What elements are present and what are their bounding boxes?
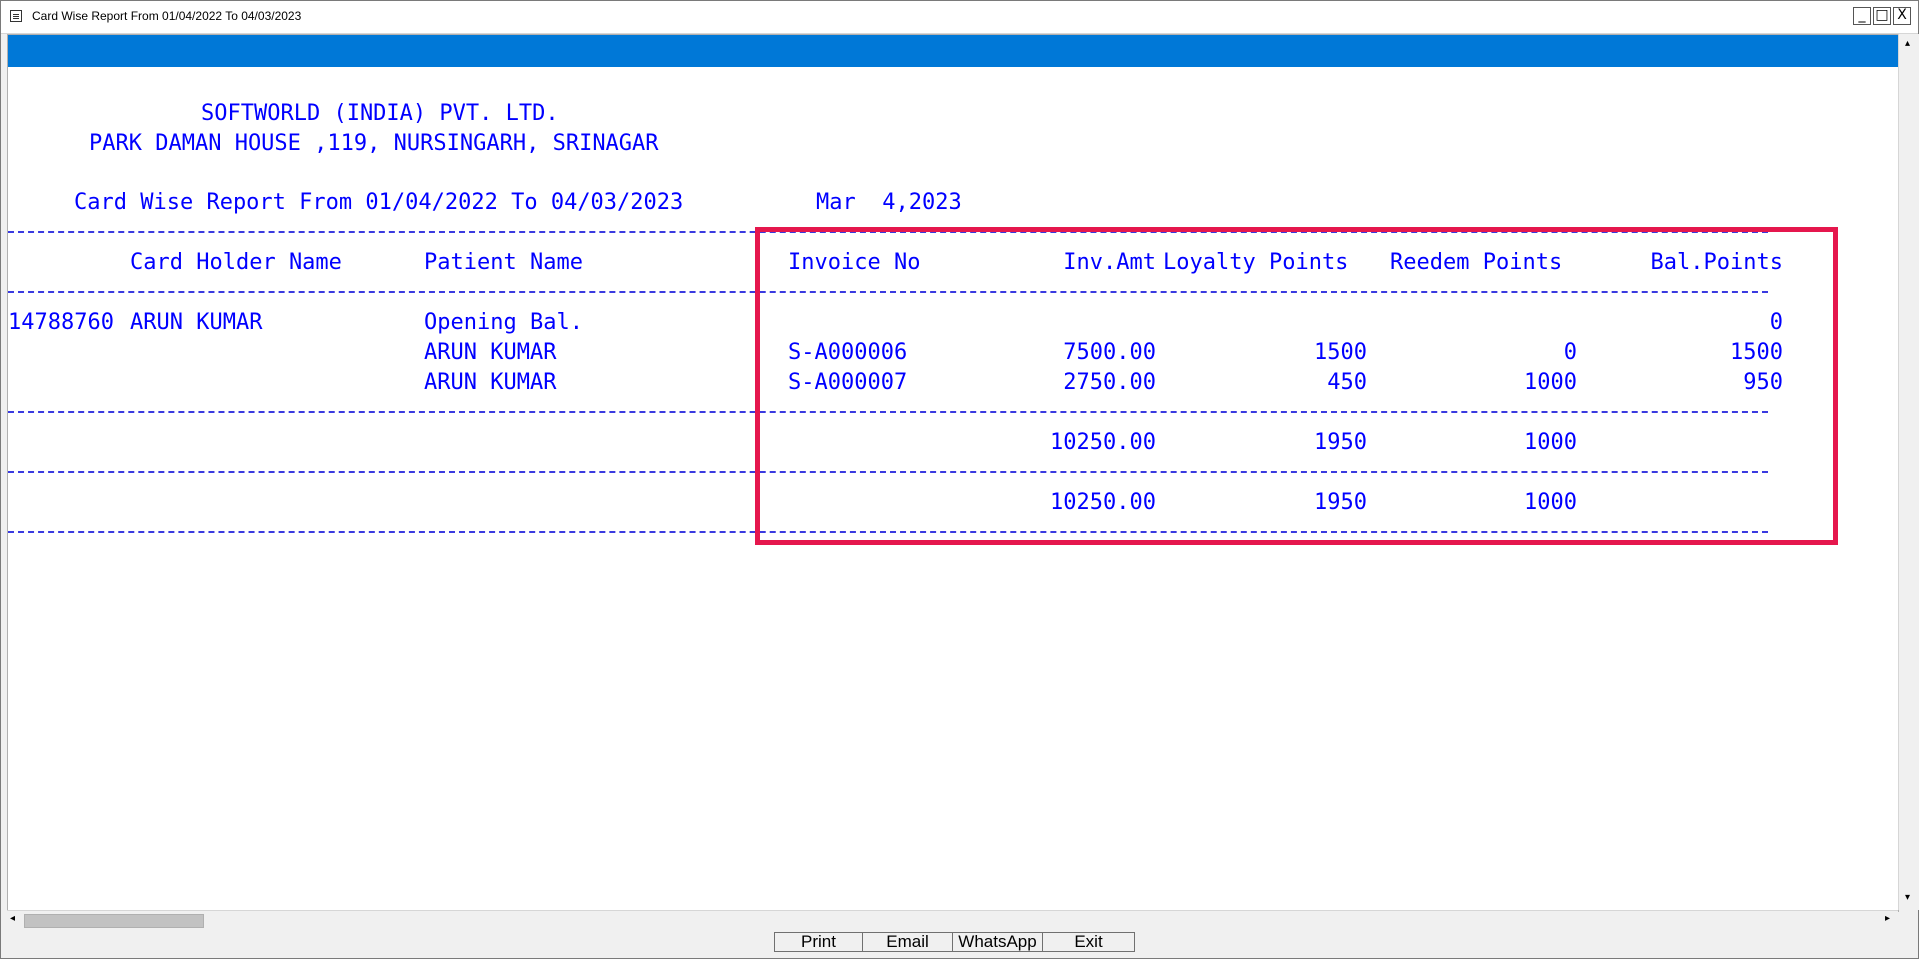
window-menu-icon[interactable] (10, 10, 22, 22)
company-address: PARK DAMAN HOUSE ,119, NURSINGARH, SRINA… (89, 131, 659, 156)
print-button[interactable]: Print (774, 932, 863, 952)
report-heading: Card Wise Report From 01/04/2022 To 04/0… (74, 190, 684, 215)
whatsapp-button[interactable]: WhatsApp (952, 932, 1043, 952)
minimize-button[interactable]: _ (1853, 7, 1871, 25)
row-patient: ARUN KUMAR (424, 370, 557, 395)
scroll-right-arrow-icon[interactable]: ▸ (1885, 913, 1890, 924)
card-number: 14788760 (8, 310, 114, 335)
horizontal-scrollbar[interactable]: ◂ ▸ (7, 910, 1898, 929)
scroll-up-arrow-icon[interactable]: ▴ (1905, 38, 1910, 49)
maximize-button[interactable]: □ (1873, 7, 1891, 25)
scroll-down-arrow-icon[interactable]: ▾ (1905, 892, 1910, 903)
highlight-box (755, 227, 1838, 545)
window-title: Card Wise Report From 01/04/2022 To 04/0… (32, 9, 302, 23)
report-window: Card Wise Report From 01/04/2022 To 04/0… (0, 0, 1919, 959)
print-date: Mar 4,2023 (816, 190, 962, 215)
horizontal-scroll-thumb[interactable] (24, 914, 204, 928)
vertical-scrollbar[interactable]: ▴ ▾ (1898, 34, 1919, 910)
row-patient: ARUN KUMAR (424, 340, 557, 365)
exit-button[interactable]: Exit (1042, 932, 1135, 952)
email-button[interactable]: Email (862, 932, 953, 952)
card-holder-name: ARUN KUMAR (130, 310, 263, 335)
title-band (8, 35, 1898, 67)
row-patient: Opening Bal. (424, 310, 583, 335)
title-bar: Card Wise Report From 01/04/2022 To 04/0… (1, 1, 1918, 34)
col-card-holder: Card Holder Name (130, 250, 342, 275)
col-patient: Patient Name (424, 250, 583, 275)
report-viewer: SOFTWORLD (INDIA) PVT. LTD. PARK DAMAN H… (7, 34, 1899, 912)
close-button[interactable]: X (1893, 7, 1911, 25)
scroll-left-arrow-icon[interactable]: ◂ (10, 913, 15, 924)
company-name: SOFTWORLD (INDIA) PVT. LTD. (201, 101, 559, 126)
